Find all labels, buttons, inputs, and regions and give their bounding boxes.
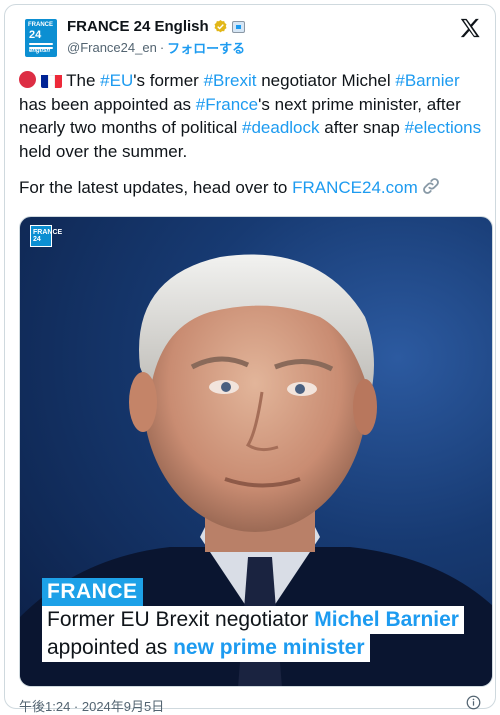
caption-line-1: Former EU Brexit negotiator Michel Barni… [42, 606, 464, 634]
hashtag-link[interactable]: #Brexit [204, 71, 257, 90]
updates-prefix: For the latest updates, head over to [19, 178, 293, 197]
avatar[interactable]: FRANCE 24 english [25, 19, 57, 57]
tweet-text-segment: held over the summer. [19, 141, 188, 161]
link-icon [422, 178, 439, 194]
red-circle-emoji [19, 71, 36, 88]
account-handle[interactable]: @France24_en [67, 40, 157, 55]
tweet-header: FRANCE 24 english FRANCE 24 English @Fra… [19, 15, 483, 61]
info-icon[interactable] [466, 695, 481, 710]
tweet-card: FRANCE 24 english FRANCE 24 English @Fra… [4, 4, 496, 714]
hashtag-link[interactable]: #Barnier [395, 71, 459, 90]
x-logo-icon[interactable] [459, 17, 481, 39]
tweet-body: The #EU's former #Brexit negotiator Mich… [19, 69, 485, 163]
tweet-text-segment: has been appointed as [19, 94, 196, 114]
caption-line-2-plain: appointed as [47, 636, 174, 659]
tweet-text-segment: The [61, 71, 101, 90]
verified-badge-icon [214, 19, 227, 33]
hashtag-link[interactable]: #EU [100, 71, 133, 90]
display-name[interactable]: FRANCE 24 English [67, 18, 209, 35]
separator-dot: · [159, 40, 165, 55]
france24-link[interactable]: FRANCE24.com [292, 178, 418, 197]
tweet-media-image[interactable]: FRANCE 24 FRANCE Former EU Brexit negoti… [19, 216, 493, 687]
avatar-text-line2: 24 [29, 29, 42, 41]
tweet-text-segment: after snap [319, 118, 405, 137]
tweet-text: The #EU's former #Brexit negotiator Mich… [19, 69, 485, 200]
follow-button[interactable]: フォローする [167, 38, 245, 57]
account-info: FRANCE 24 English @France24_en · フォローする [67, 18, 245, 57]
media-logo-text: FRANCE 24 [33, 229, 63, 243]
updates-line: For the latest updates, head over to FRA… [19, 176, 485, 200]
hashtag-link[interactable]: #deadlock [242, 118, 320, 137]
hashtag-link[interactable]: #France [196, 95, 258, 114]
caption-tag: FRANCE [42, 578, 143, 607]
avatar-text-line1: FRANCE [28, 22, 53, 28]
caption-line-1-bold: Michel Barnier [314, 608, 459, 631]
tweet-text-segment: 's former [133, 71, 204, 90]
caption-line-2: appointed as new prime minister [42, 634, 370, 662]
avatar-wave [29, 43, 53, 45]
tweet-text-segment: negotiator Michel [256, 71, 396, 90]
media-logo: FRANCE 24 [30, 225, 62, 247]
caption-line-1-plain: Former EU Brexit negotiator [47, 608, 315, 631]
hashtag-link[interactable]: #elections [405, 118, 482, 137]
timestamp[interactable]: 午後1:24 · 2024年9月5日 [19, 696, 164, 715]
caption-line-2-bold: new prime minister [173, 636, 365, 659]
france-flag-emoji [40, 73, 62, 88]
avatar-text-line3: english [29, 48, 51, 54]
affiliation-badge-icon[interactable] [231, 20, 245, 33]
